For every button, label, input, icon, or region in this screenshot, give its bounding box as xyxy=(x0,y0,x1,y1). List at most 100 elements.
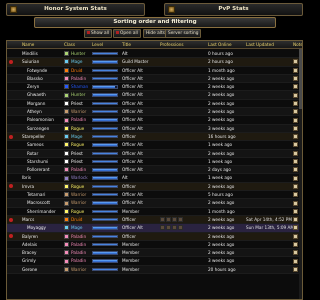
table-row[interactable]: Atheyn Warrior Officer Alt 2 weeks ago xyxy=(7,108,302,117)
table-row[interactable]: Sameos Rogue Officer Alt 1 week ago xyxy=(7,141,302,150)
table-row[interactable]: Mindilis Hunter Alt 0 hours ago xyxy=(7,50,302,59)
level-bar xyxy=(92,217,118,222)
level-bar xyxy=(92,52,118,56)
note-icon[interactable] xyxy=(293,183,298,191)
note-icon[interactable] xyxy=(293,174,298,182)
note-icon[interactable] xyxy=(293,75,298,83)
col-professions-header[interactable]: Professions xyxy=(160,41,184,49)
note-icon[interactable] xyxy=(293,158,298,166)
member-title: Officer Alt xyxy=(122,200,143,206)
table-row[interactable]: Zeryn Shaman Officer Alt 2 weeks ago xyxy=(7,83,302,92)
note-icon[interactable] xyxy=(293,133,298,141)
note-icon[interactable] xyxy=(293,91,298,99)
last-online: 2 weeks ago xyxy=(208,100,235,106)
tab-label: PvP Stats xyxy=(218,6,249,12)
table-row[interactable]: Fotwynde Druid Officer Alt 1 month ago xyxy=(7,67,302,75)
note-icon[interactable] xyxy=(293,116,298,124)
member-title: Officer xyxy=(122,233,136,239)
table-row[interactable]: Adelais Paladin Member 2 weeks ago xyxy=(7,241,302,250)
note-icon[interactable] xyxy=(293,224,298,232)
note-icon[interactable] xyxy=(293,208,298,216)
last-online: 5 hours ago xyxy=(208,192,233,198)
note-icon[interactable] xyxy=(293,216,298,224)
note-icon[interactable] xyxy=(293,241,298,249)
table-row[interactable]: Ibris Warlock Alt 1 week ago xyxy=(7,174,302,183)
note-icon[interactable] xyxy=(293,100,298,108)
last-online: 2 weeks ago xyxy=(208,225,235,231)
table-row[interactable]: Macroscott Warrior Officer Alt 2 weeks ago xyxy=(7,199,302,208)
col-class-header[interactable]: Class xyxy=(64,41,75,49)
table-row[interactable]: Gerone Warrior Member 20 hours ago xyxy=(7,265,302,275)
table-row[interactable]: Moyaggy Mage Officer Alt 2 weeks ago Sun Mar… xyxy=(7,224,302,233)
note-icon[interactable] xyxy=(293,266,298,274)
table-row[interactable]: Starshumi Priest Officer Alt 1 week ago xyxy=(7,158,302,167)
table-row[interactable]: Grimly Paladin Member 3 weeks ago xyxy=(7,257,302,266)
member-class: Priest xyxy=(71,150,83,156)
class-icon xyxy=(64,150,69,158)
table-row[interactable]: Bracey Paladin Member 2 weeks ago xyxy=(7,249,302,258)
col-level-header[interactable]: Level xyxy=(92,41,103,49)
member-class: Paladin xyxy=(71,241,87,247)
expand-toggle[interactable] xyxy=(9,133,15,141)
class-icon xyxy=(64,233,69,241)
col-last-updated-header[interactable]: Last Updated xyxy=(246,41,274,49)
note-icon[interactable] xyxy=(293,199,298,207)
col-last-online-header[interactable]: Last Online xyxy=(208,41,232,49)
table-row[interactable]: Starepeller Mage Officer 16 hours ago xyxy=(7,132,302,142)
note-icon[interactable] xyxy=(293,58,298,66)
note-icon[interactable] xyxy=(293,108,298,116)
table-row[interactable]: Ghwaeth Hunter Officer Alt 2 weeks ago xyxy=(7,91,302,100)
table-row[interactable]: Marcs Druid Officer 2 weeks ago Sat Apr 14th… xyxy=(7,215,302,225)
tab-pvp-stats[interactable]: PvP Stats xyxy=(164,3,303,16)
last-online: 20 hours ago xyxy=(208,266,236,272)
table-row[interactable]: Suiurian Mage Guild Master 2 hours ago xyxy=(7,58,302,67)
member-name: Moyaggy xyxy=(27,225,47,231)
level-bar xyxy=(92,176,118,180)
table-row[interactable]: Tetarnari Warrior Officer Alt 5 hours ago xyxy=(7,191,302,200)
last-online: 0 hours ago xyxy=(208,51,233,56)
note-icon[interactable] xyxy=(293,166,298,174)
last-online: 2 weeks ago xyxy=(208,183,235,189)
expand-toggle[interactable] xyxy=(9,233,15,241)
sorting-header[interactable]: Sorting order and filtering xyxy=(34,17,276,28)
note-icon[interactable] xyxy=(293,233,298,241)
note-icon[interactable] xyxy=(293,125,298,133)
table-row[interactable]: Paleamonion Paladin Officer Alt 2 weeks ago xyxy=(7,116,302,125)
class-icon xyxy=(64,158,69,166)
note-icon[interactable] xyxy=(293,67,298,75)
member-class: Druid xyxy=(71,216,83,222)
member-name: Zeryn xyxy=(27,84,40,90)
col-note-header[interactable]: Note xyxy=(293,41,302,49)
scrollbar-thumb[interactable] xyxy=(299,49,302,109)
col-title-header[interactable]: Title xyxy=(122,41,131,49)
table-row[interactable]: Morgann Priest Officer Alt 2 weeks ago xyxy=(7,100,302,109)
note-icon[interactable] xyxy=(293,191,298,199)
tab-honor-system-stats[interactable]: Honor System Stats xyxy=(6,3,145,16)
member-title: Officer xyxy=(122,216,136,222)
roster-scrollbar[interactable] xyxy=(299,49,302,299)
note-icon[interactable] xyxy=(293,83,298,91)
note-icon[interactable] xyxy=(293,141,298,149)
table-row[interactable]: Imvra Rogue Officer 2 weeks ago xyxy=(7,182,302,192)
table-row[interactable]: Rotar Priest Officer Alt 2 weeks ago xyxy=(7,149,302,158)
table-row[interactable]: Pollorerant Paladin Officer Alt 2 days ago xyxy=(7,166,302,175)
open-all-button[interactable]: Open all xyxy=(113,29,141,38)
note-icon[interactable] xyxy=(293,257,298,265)
col-name-header[interactable]: Name xyxy=(22,41,34,49)
level-bar xyxy=(92,267,118,272)
class-icon xyxy=(64,249,69,257)
table-row[interactable]: Sherrimander Rogue Member 1 month ago xyxy=(7,208,302,216)
server-sorting-button[interactable]: Server sorting xyxy=(165,29,202,38)
show-all-button[interactable]: Show all xyxy=(84,29,112,38)
last-online: 2 weeks ago xyxy=(208,92,235,98)
table-row[interactable]: Balyren Paladin Officer 2 weeks ago xyxy=(7,232,302,241)
expand-toggle[interactable] xyxy=(9,216,15,224)
table-row[interactable]: Sorcengen Rogue Officer Alt 3 weeks ago xyxy=(7,124,302,133)
expand-toggle[interactable] xyxy=(9,183,15,191)
expand-toggle[interactable] xyxy=(9,58,15,66)
note-icon[interactable] xyxy=(293,150,298,158)
note-icon[interactable] xyxy=(293,249,298,257)
class-icon xyxy=(64,91,69,99)
table-row[interactable]: Blassko Paladin Officer Alt 2 weeks ago xyxy=(7,74,302,84)
member-name: Rotar xyxy=(27,150,39,156)
